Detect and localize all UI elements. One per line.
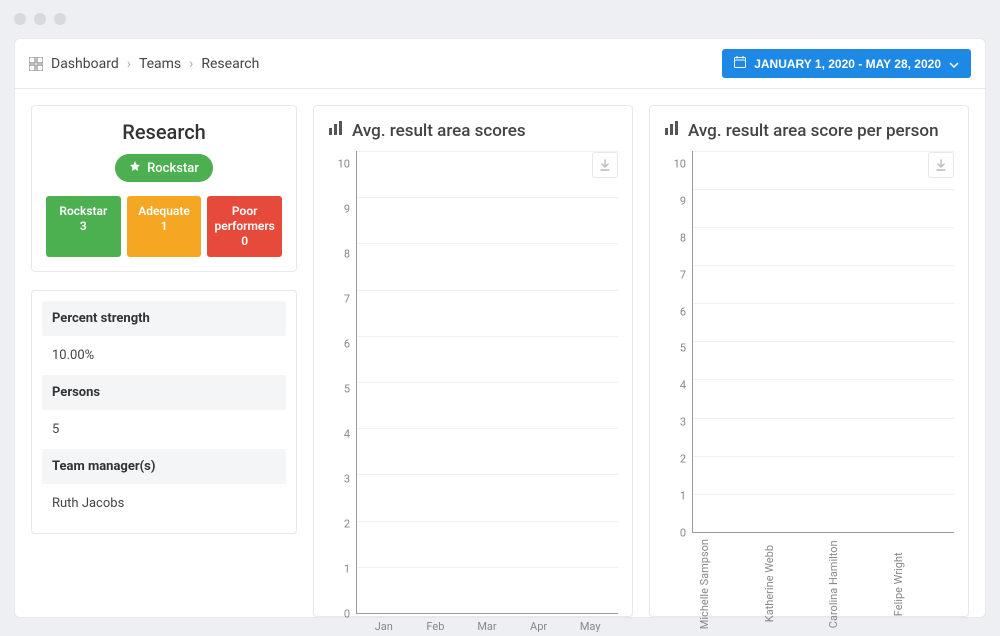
perf-label: Rockstar	[50, 204, 117, 219]
y-tick: 9	[680, 194, 686, 207]
x-tick: Felipe Wright	[892, 539, 949, 632]
x-axis: Michelle SampsonKatherine WebbCarolina H…	[692, 533, 954, 632]
team-badge: Rockstar	[115, 154, 213, 182]
chart-avg-per-person: Avg. result area score per person 109876…	[649, 105, 969, 617]
breadcrumb-sep: ›	[189, 56, 193, 72]
plot-area	[356, 151, 618, 614]
chart-title: Avg. result area scores	[328, 120, 618, 141]
y-tick: 0	[344, 608, 350, 621]
x-tick: Apr	[517, 620, 561, 632]
team-badge-label: Rockstar	[147, 161, 199, 176]
persons-label: Persons	[42, 375, 286, 410]
dashboard-icon	[29, 57, 43, 71]
team-info-card: Percent strength 10.00% Persons 5 Team m…	[31, 290, 297, 534]
perf-count: 0	[211, 234, 278, 249]
y-axis: 109876543210	[664, 151, 692, 533]
breadcrumb: Dashboard › Teams › Research	[29, 56, 259, 72]
x-tick: Mar	[465, 620, 509, 632]
x-axis: Jan Feb Mar Apr May	[356, 614, 618, 632]
browser-titlebar	[0, 0, 1000, 38]
perf-box[interactable]: Adequate1	[127, 196, 202, 257]
x-tick: Michelle Sampson	[698, 539, 755, 632]
left-column: Research Rockstar Rockstar3Adequate1Poor…	[31, 105, 297, 617]
y-tick: 2	[680, 453, 686, 466]
team-title: Research	[46, 120, 282, 144]
window-dot	[14, 13, 26, 25]
date-range-button[interactable]: JANUARY 1, 2020 - MAY 28, 2020	[722, 49, 971, 78]
chart-title-text: Avg. result area scores	[352, 121, 526, 141]
y-tick: 0	[680, 526, 686, 539]
percent-strength-value: 10.00%	[42, 336, 286, 375]
y-tick: 1	[680, 489, 686, 502]
y-tick: 1	[344, 563, 350, 576]
x-tick: Feb	[414, 620, 458, 632]
y-tick: 7	[344, 293, 350, 306]
content: Research Rockstar Rockstar3Adequate1Poor…	[15, 89, 985, 632]
persons-value: 5	[42, 410, 286, 449]
y-tick: 2	[344, 518, 350, 531]
breadcrumb-item[interactable]: Research	[201, 56, 259, 72]
y-tick: 7	[680, 268, 686, 281]
chart-title-text: Avg. result area score per person	[688, 121, 939, 141]
y-tick: 9	[344, 203, 350, 216]
topbar: Dashboard › Teams › Research JANUARY 1, …	[15, 39, 985, 89]
team-card: Research Rockstar Rockstar3Adequate1Poor…	[31, 105, 297, 272]
x-tick: Jan	[362, 620, 406, 632]
breadcrumb-item[interactable]: Teams	[139, 56, 181, 72]
x-tick: May	[568, 620, 612, 632]
breadcrumb-sep: ›	[127, 56, 131, 72]
y-tick: 8	[344, 248, 350, 261]
performance-row: Rockstar3Adequate1Poor performers0	[46, 196, 282, 257]
bar-chart-icon	[664, 120, 680, 141]
chart-avg-scores: Avg. result area scores 109876543210JanF…	[313, 105, 633, 617]
percent-strength-label: Percent strength	[42, 301, 286, 336]
calendar-icon	[734, 56, 746, 71]
y-tick: 3	[680, 416, 686, 429]
y-tick: 10	[674, 158, 686, 171]
chart-title: Avg. result area score per person	[664, 120, 954, 141]
y-tick: 4	[344, 428, 350, 441]
perf-label: Adequate	[131, 204, 198, 219]
plot-area	[692, 151, 954, 533]
bar-chart-icon	[328, 120, 344, 141]
perf-box[interactable]: Rockstar3	[46, 196, 121, 257]
x-tick: Katherine Webb	[763, 539, 820, 632]
browser-frame: Dashboard › Teams › Research JANUARY 1, …	[0, 0, 1000, 632]
y-tick: 3	[344, 473, 350, 486]
y-tick: 5	[344, 383, 350, 396]
perf-count: 1	[131, 219, 198, 234]
y-tick: 5	[680, 342, 686, 355]
y-tick: 4	[680, 379, 686, 392]
x-tick: Carolina Hamilton	[827, 539, 884, 632]
perf-count: 3	[50, 219, 117, 234]
perf-label: Poor performers	[211, 204, 278, 234]
window-dot	[34, 13, 46, 25]
app-window: Dashboard › Teams › Research JANUARY 1, …	[14, 38, 986, 618]
breadcrumb-item[interactable]: Dashboard	[51, 56, 119, 72]
y-axis: 109876543210	[328, 151, 356, 614]
window-dot	[54, 13, 66, 25]
y-tick: 6	[344, 338, 350, 351]
managers-label: Team manager(s)	[42, 449, 286, 484]
managers-value: Ruth Jacobs	[42, 484, 286, 523]
y-tick: 6	[680, 305, 686, 318]
date-range-label: JANUARY 1, 2020 - MAY 28, 2020	[754, 57, 941, 71]
perf-box[interactable]: Poor performers0	[207, 196, 282, 257]
chevron-down-icon	[949, 57, 959, 71]
y-tick: 8	[680, 231, 686, 244]
star-icon	[129, 160, 141, 176]
y-tick: 10	[338, 158, 350, 171]
